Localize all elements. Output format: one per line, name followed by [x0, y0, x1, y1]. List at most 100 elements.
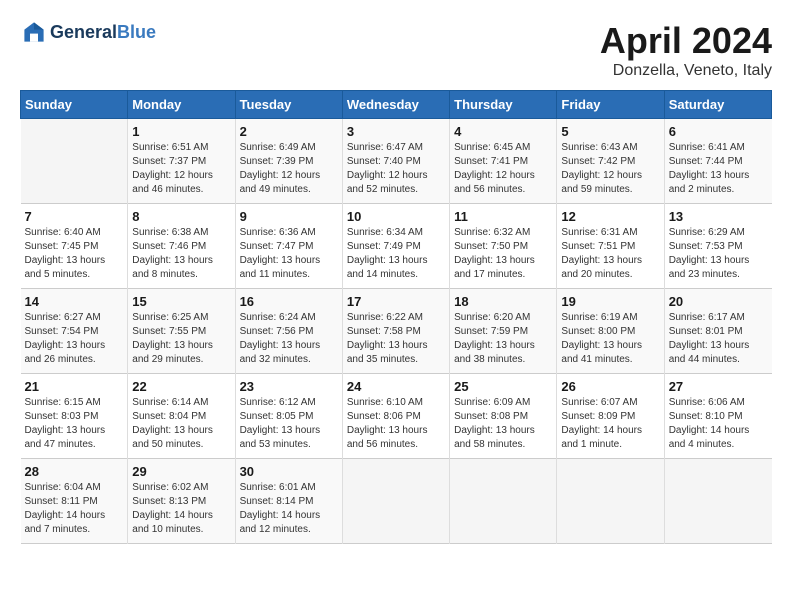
header: GeneralBlue April 2024 Donzella, Veneto,…: [20, 20, 772, 80]
day-info: Sunrise: 6:31 AM Sunset: 7:51 PM Dayligh…: [561, 226, 659, 282]
calendar-cell: 21 Sunrise: 6:15 AM Sunset: 8:03 PM Dayli…: [21, 374, 128, 459]
calendar-cell: 27Sunrise: 6:06 AM Sunset: 8:10 PM Dayli…: [664, 374, 771, 459]
location-title: Donzella, Veneto, Italy: [600, 62, 772, 80]
day-info: Sunrise: 6:49 AM Sunset: 7:39 PM Dayligh…: [240, 141, 338, 197]
day-info: Sunrise: 6:15 AM Sunset: 8:03 PM Dayligh…: [25, 396, 124, 452]
day-info: Sunrise: 6:22 AM Sunset: 7:58 PM Dayligh…: [347, 311, 445, 367]
day-number: 14: [25, 294, 124, 309]
calendar-cell: [342, 459, 449, 544]
calendar-cell: 10 Sunrise: 6:34 AM Sunset: 7:49 PM Dayli…: [342, 204, 449, 289]
weekday-header-wednesday: Wednesday: [342, 91, 449, 119]
calendar-cell: 17Sunrise: 6:22 AM Sunset: 7:58 PM Dayli…: [342, 289, 449, 374]
month-title: April 2024: [600, 20, 772, 62]
day-info: Sunrise: 6:32 AM Sunset: 7:50 PM Dayligh…: [454, 226, 552, 282]
day-info: Sunrise: 6:20 AM Sunset: 7:59 PM Dayligh…: [454, 311, 552, 367]
day-info: Sunrise: 6:24 AM Sunset: 7:56 PM Dayligh…: [240, 311, 338, 367]
calendar-body: 1Sunrise: 6:51 AM Sunset: 7:37 PM Daylig…: [21, 119, 772, 544]
weekday-header-friday: Friday: [557, 91, 664, 119]
calendar-cell: [450, 459, 557, 544]
weekday-header-sunday: Sunday: [21, 91, 128, 119]
day-number: 6: [669, 124, 768, 139]
weekday-header-tuesday: Tuesday: [235, 91, 342, 119]
calendar-cell: 4 Sunrise: 6:45 AM Sunset: 7:41 PM Daylig…: [450, 119, 557, 204]
calendar-cell: 28Sunrise: 6:04 AM Sunset: 8:11 PM Dayli…: [21, 459, 128, 544]
calendar-cell: [664, 459, 771, 544]
day-info: Sunrise: 6:41 AM Sunset: 7:44 PM Dayligh…: [669, 141, 768, 197]
calendar-cell: 23 Sunrise: 6:12 AM Sunset: 8:05 PM Dayli…: [235, 374, 342, 459]
day-number: 10: [347, 209, 445, 224]
day-info: Sunrise: 6:29 AM Sunset: 7:53 PM Dayligh…: [669, 226, 768, 282]
week-row-4: 21 Sunrise: 6:15 AM Sunset: 8:03 PM Dayli…: [21, 374, 772, 459]
day-info: Sunrise: 6:51 AM Sunset: 7:37 PM Dayligh…: [132, 141, 230, 197]
day-number: 3: [347, 124, 445, 139]
day-info: Sunrise: 6:10 AM Sunset: 8:06 PM Dayligh…: [347, 396, 445, 452]
day-number: 9: [240, 209, 338, 224]
calendar-cell: 20Sunrise: 6:17 AM Sunset: 8:01 PM Dayli…: [664, 289, 771, 374]
day-info: Sunrise: 6:38 AM Sunset: 7:46 PM Dayligh…: [132, 226, 230, 282]
day-info: Sunrise: 6:01 AM Sunset: 8:14 PM Dayligh…: [240, 481, 338, 537]
day-number: 2: [240, 124, 338, 139]
day-number: 12: [561, 209, 659, 224]
calendar-cell: 13 Sunrise: 6:29 AM Sunset: 7:53 PM Dayli…: [664, 204, 771, 289]
calendar-cell: 5 Sunrise: 6:43 AM Sunset: 7:42 PM Daylig…: [557, 119, 664, 204]
day-info: Sunrise: 6:19 AM Sunset: 8:00 PM Dayligh…: [561, 311, 659, 367]
calendar-table: SundayMondayTuesdayWednesdayThursdayFrid…: [20, 90, 772, 544]
day-number: 24: [347, 379, 445, 394]
calendar-cell: 26Sunrise: 6:07 AM Sunset: 8:09 PM Dayli…: [557, 374, 664, 459]
day-info: Sunrise: 6:25 AM Sunset: 7:55 PM Dayligh…: [132, 311, 230, 367]
calendar-cell: 1Sunrise: 6:51 AM Sunset: 7:37 PM Daylig…: [128, 119, 235, 204]
day-number: 11: [454, 209, 552, 224]
day-number: 4: [454, 124, 552, 139]
day-info: Sunrise: 6:07 AM Sunset: 8:09 PM Dayligh…: [561, 396, 659, 452]
weekday-header-monday: Monday: [128, 91, 235, 119]
weekday-header-saturday: Saturday: [664, 91, 771, 119]
logo-icon: [22, 20, 46, 44]
day-info: Sunrise: 6:14 AM Sunset: 8:04 PM Dayligh…: [132, 396, 230, 452]
calendar-cell: 12 Sunrise: 6:31 AM Sunset: 7:51 PM Dayli…: [557, 204, 664, 289]
day-number: 7: [25, 209, 124, 224]
day-info: Sunrise: 6:45 AM Sunset: 7:41 PM Dayligh…: [454, 141, 552, 197]
day-number: 13: [669, 209, 768, 224]
calendar-cell: 19Sunrise: 6:19 AM Sunset: 8:00 PM Dayli…: [557, 289, 664, 374]
day-number: 21: [25, 379, 124, 394]
calendar-cell: 7 Sunrise: 6:40 AM Sunset: 7:45 PM Daylig…: [21, 204, 128, 289]
weekday-header-row: SundayMondayTuesdayWednesdayThursdayFrid…: [21, 91, 772, 119]
day-info: Sunrise: 6:12 AM Sunset: 8:05 PM Dayligh…: [240, 396, 338, 452]
calendar-cell: 6 Sunrise: 6:41 AM Sunset: 7:44 PM Daylig…: [664, 119, 771, 204]
day-number: 18: [454, 294, 552, 309]
logo-text-general: General: [50, 22, 117, 42]
calendar-cell: 29Sunrise: 6:02 AM Sunset: 8:13 PM Dayli…: [128, 459, 235, 544]
day-info: Sunrise: 6:43 AM Sunset: 7:42 PM Dayligh…: [561, 141, 659, 197]
calendar-cell: 3 Sunrise: 6:47 AM Sunset: 7:40 PM Daylig…: [342, 119, 449, 204]
day-number: 25: [454, 379, 552, 394]
day-info: Sunrise: 6:47 AM Sunset: 7:40 PM Dayligh…: [347, 141, 445, 197]
day-number: 30: [240, 464, 338, 479]
calendar-cell: 11 Sunrise: 6:32 AM Sunset: 7:50 PM Dayli…: [450, 204, 557, 289]
logo: GeneralBlue: [20, 20, 156, 44]
week-row-3: 14Sunrise: 6:27 AM Sunset: 7:54 PM Dayli…: [21, 289, 772, 374]
day-number: 29: [132, 464, 230, 479]
calendar-cell: [21, 119, 128, 204]
calendar-cell: 16 Sunrise: 6:24 AM Sunset: 7:56 PM Dayli…: [235, 289, 342, 374]
day-number: 16: [240, 294, 338, 309]
calendar-cell: [557, 459, 664, 544]
calendar-cell: 14Sunrise: 6:27 AM Sunset: 7:54 PM Dayli…: [21, 289, 128, 374]
day-number: 23: [240, 379, 338, 394]
day-number: 20: [669, 294, 768, 309]
day-number: 15: [132, 294, 230, 309]
day-number: 27: [669, 379, 768, 394]
calendar-header: SundayMondayTuesdayWednesdayThursdayFrid…: [21, 91, 772, 119]
day-info: Sunrise: 6:04 AM Sunset: 8:11 PM Dayligh…: [25, 481, 124, 537]
day-number: 5: [561, 124, 659, 139]
day-info: Sunrise: 6:34 AM Sunset: 7:49 PM Dayligh…: [347, 226, 445, 282]
title-area: April 2024 Donzella, Veneto, Italy: [600, 20, 772, 80]
week-row-5: 28Sunrise: 6:04 AM Sunset: 8:11 PM Dayli…: [21, 459, 772, 544]
calendar-cell: 15 Sunrise: 6:25 AM Sunset: 7:55 PM Dayli…: [128, 289, 235, 374]
day-info: Sunrise: 6:36 AM Sunset: 7:47 PM Dayligh…: [240, 226, 338, 282]
week-row-1: 1Sunrise: 6:51 AM Sunset: 7:37 PM Daylig…: [21, 119, 772, 204]
day-info: Sunrise: 6:40 AM Sunset: 7:45 PM Dayligh…: [25, 226, 124, 282]
day-number: 8: [132, 209, 230, 224]
day-number: 22: [132, 379, 230, 394]
calendar-cell: 18 Sunrise: 6:20 AM Sunset: 7:59 PM Dayli…: [450, 289, 557, 374]
logo-text-blue: Blue: [117, 22, 156, 42]
